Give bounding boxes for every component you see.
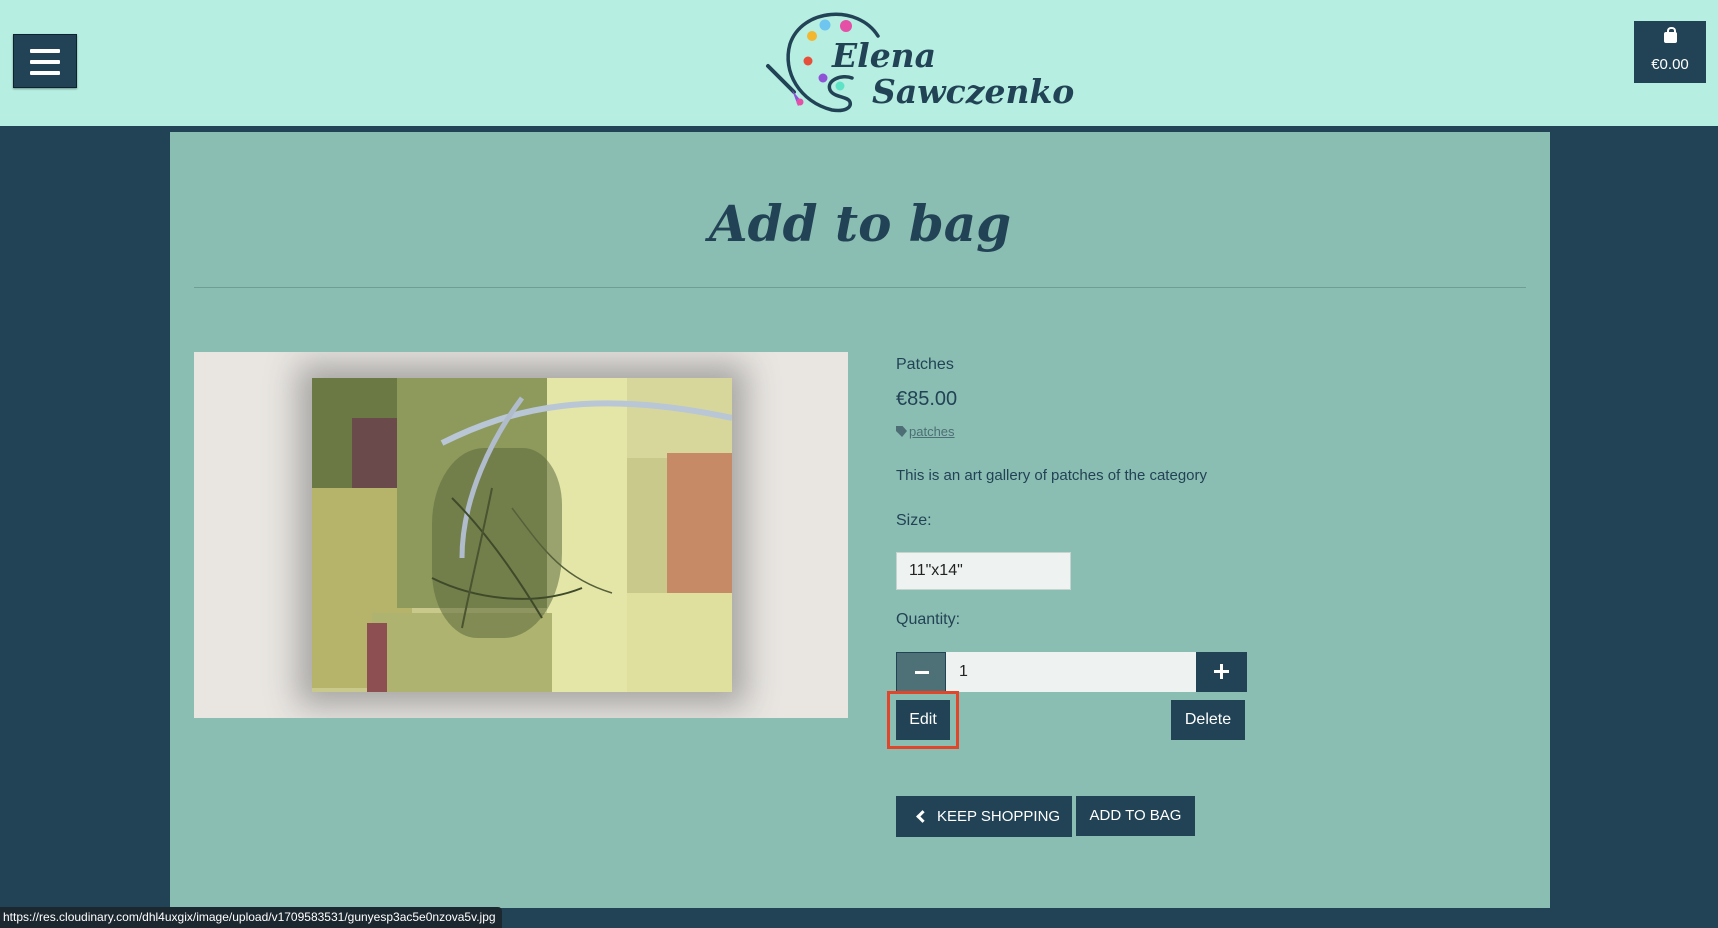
site-logo[interactable]: Elena Sawczenko — [760, 6, 1074, 114]
artwork-branches — [431, 396, 732, 629]
cart-total: €0.00 — [1651, 56, 1689, 73]
menu-button[interactable] — [13, 34, 77, 88]
hamburger-line — [30, 71, 60, 75]
quantity-stepper: 1 — [896, 652, 1247, 692]
status-bar-url: https://res.cloudinary.com/dhl4uxgix/ima… — [0, 907, 502, 928]
cart-button[interactable]: €0.00 — [1634, 21, 1706, 83]
site-header: Elena Sawczenko €0.00 — [0, 0, 1718, 126]
product-price: €85.00 — [896, 388, 958, 410]
keep-shopping-label: KEEP SHOPPING — [937, 808, 1061, 825]
logo-first-name: Elena — [832, 36, 937, 75]
quantity-input[interactable]: 1 — [946, 652, 1196, 692]
tag-icon — [896, 426, 907, 437]
keep-shopping-button[interactable]: KEEP SHOPPING — [896, 796, 1072, 837]
hamburger-line — [30, 60, 60, 64]
product-image[interactable] — [194, 352, 848, 718]
product-description: This is an art gallery of patches of the… — [896, 467, 1207, 484]
category-tag-link[interactable]: patches — [909, 424, 955, 439]
shopping-bag-icon — [1664, 27, 1677, 43]
product-artwork — [312, 378, 732, 692]
delete-button[interactable]: Delete — [1171, 700, 1245, 740]
hamburger-line — [30, 49, 60, 53]
product-name: Patches — [896, 356, 954, 373]
quantity-label: Quantity: — [896, 611, 961, 628]
page-title: Add to bag — [708, 194, 1012, 253]
title-divider — [194, 287, 1526, 288]
product-tag: patches — [896, 424, 955, 439]
add-to-bag-button[interactable]: ADD TO BAG — [1076, 796, 1195, 836]
size-select[interactable]: 11"x14" — [896, 552, 1071, 590]
edit-button[interactable]: Edit — [887, 691, 959, 749]
main-panel: Add to bag Patches €85.00 patches This i… — [170, 132, 1550, 908]
increment-quantity-button[interactable] — [1196, 652, 1247, 692]
size-label: Size: — [896, 512, 932, 529]
decrement-quantity-button[interactable] — [896, 652, 946, 692]
logo-last-name: Sawczenko — [872, 72, 1075, 111]
chevron-left-icon — [916, 810, 929, 823]
